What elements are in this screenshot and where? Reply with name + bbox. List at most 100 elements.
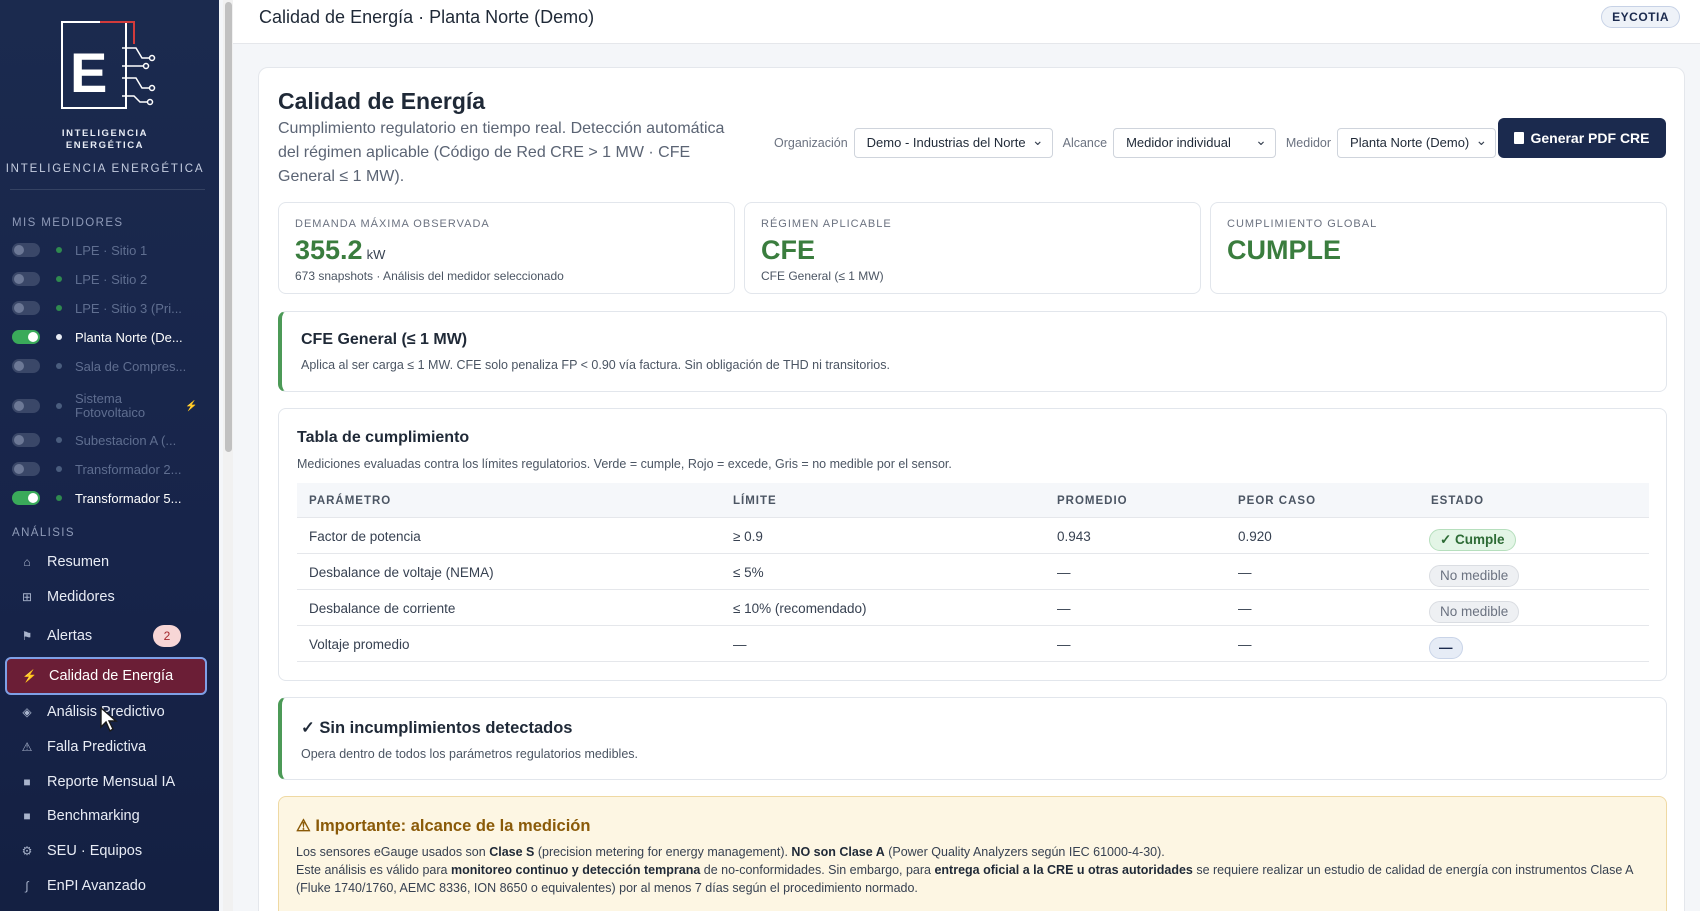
scrollbar-thumb[interactable] bbox=[225, 2, 232, 452]
kpi-number: 355.2 bbox=[295, 235, 363, 265]
square-icon: ■ bbox=[23, 775, 31, 789]
grid-icon: ⊞ bbox=[21, 590, 33, 604]
warning-icon: ⚠ bbox=[21, 740, 33, 754]
status-badge: No medible bbox=[1429, 601, 1520, 623]
meter-label: LPE · Sitio 3 (Pri... bbox=[75, 300, 182, 316]
nav-falla-predictiva[interactable]: ⚠ Falla Predictiva bbox=[5, 730, 207, 764]
column-header: PARÁMETRO bbox=[309, 495, 392, 507]
param-cell: Desbalance de voltaje (NEMA) bbox=[309, 565, 494, 580]
limit-cell: ≥ 0.9 bbox=[733, 529, 763, 544]
nav-reporte-mensual[interactable]: ■ Reporte Mensual IA bbox=[5, 765, 207, 799]
status-dot bbox=[56, 247, 62, 253]
bolt-icon: ⚡ bbox=[22, 669, 37, 683]
meter-item[interactable]: Sistema Fotovoltaico ⚡ bbox=[12, 391, 202, 421]
meter-item[interactable]: Subestacion A (... bbox=[12, 428, 202, 452]
warning-text: Los sensores eGauge usados son Clase S (… bbox=[296, 843, 1646, 897]
generate-pdf-label: Generar PDF CRE bbox=[1530, 130, 1650, 146]
table-description: Mediciones evaluadas contra los límites … bbox=[297, 457, 952, 471]
meter-item[interactable]: LPE · Sitio 2 bbox=[12, 267, 202, 291]
kpi-value: CFE bbox=[761, 235, 815, 265]
warning-line-1: Los sensores eGauge usados son Clase S (… bbox=[296, 843, 1646, 861]
integral-icon: ∫ bbox=[25, 879, 29, 893]
meter-toggle[interactable] bbox=[12, 359, 40, 373]
meter-item[interactable]: Transformador 5... bbox=[12, 486, 202, 510]
nav-seu-equipos[interactable]: ⚙ SEU · Equipos bbox=[5, 834, 207, 868]
meter-toggle[interactable] bbox=[12, 399, 40, 413]
nav-medidores[interactable]: ⊞ Medidores bbox=[5, 580, 207, 614]
meter-item[interactable]: LPE · Sitio 3 (Pri... bbox=[12, 296, 202, 320]
kpi-value: 355.2 kW bbox=[295, 235, 385, 266]
meter-select[interactable]: Planta Norte (Demo) bbox=[1337, 126, 1497, 158]
meter-label: Transformador 5... bbox=[75, 490, 182, 506]
text-run: Este análisis es válido para bbox=[296, 863, 451, 877]
meter-toggle[interactable] bbox=[12, 301, 40, 315]
limit-cell: ≤ 10% (recomendado) bbox=[733, 601, 867, 616]
filters-bar: Organización Demo - Industrias del Norte… bbox=[774, 126, 1497, 158]
meter-toggle[interactable] bbox=[12, 330, 40, 344]
organization-select[interactable]: Demo - Industrias del Norte bbox=[853, 126, 1053, 158]
meters-section-title: MIS MEDIDORES bbox=[12, 217, 124, 229]
text-run: (precision metering for energy managemen… bbox=[534, 845, 792, 859]
scope-label: Alcance bbox=[1062, 136, 1108, 150]
nav-enpi-avanzado[interactable]: ∫ EnPI Avanzado bbox=[5, 869, 207, 903]
diamond-icon: ◈ bbox=[22, 705, 32, 719]
status-badge: ✓ Cumple bbox=[1429, 529, 1516, 551]
warning-title: ⚠ Importante: alcance de la medición bbox=[296, 817, 591, 835]
sidebar-divider bbox=[10, 189, 205, 190]
meter-item[interactable]: Planta Norte (De... bbox=[12, 325, 202, 349]
nav-label: Reporte Mensual IA bbox=[47, 774, 176, 790]
nav-alertas[interactable]: ⚑ Alertas 2 bbox=[5, 619, 207, 653]
nav-calidad-energia[interactable]: ⚡ Calidad de Energía bbox=[5, 657, 207, 695]
organization-label: Organización bbox=[774, 136, 848, 150]
text-run: de no-conformidades. Sin embargo, para bbox=[700, 863, 935, 877]
text-run: (Power Quality Analyzers según IEC 61000… bbox=[884, 845, 1165, 859]
kpi-unit: kW bbox=[366, 247, 386, 262]
meter-label: Planta Norte (De... bbox=[75, 329, 183, 345]
measurement-scope-warning: ⚠ Importante: alcance de la medición Los… bbox=[278, 796, 1667, 911]
brand-name: INTELIGENCIA ENERGÉTICA bbox=[0, 128, 210, 152]
meter-label: Subestacion A (... bbox=[75, 432, 177, 448]
kpi-subtext: CFE General (≤ 1 MW) bbox=[761, 269, 884, 283]
flag-icon: ⚑ bbox=[21, 629, 33, 643]
meter-toggle[interactable] bbox=[12, 491, 40, 505]
kpi-card-regime: RÉGIMEN APLICABLE CFE CFE General (≤ 1 M… bbox=[744, 202, 1201, 294]
org-badge: EYCOTIA bbox=[1601, 6, 1680, 28]
meter-item[interactable]: Sala de Compres... bbox=[12, 354, 202, 378]
table-row: Factor de potencia ≥ 0.9 0.943 0.920 ✓ C… bbox=[297, 518, 1649, 554]
nav-label: Benchmarking bbox=[47, 808, 140, 824]
meter-toggle[interactable] bbox=[12, 462, 40, 476]
text-bold: entrega oficial a la CRE u otras autorid… bbox=[934, 863, 1193, 877]
nav-label: SEU · Equipos bbox=[47, 843, 143, 859]
generate-pdf-button[interactable]: Generar PDF CRE bbox=[1498, 118, 1666, 158]
text-bold: Clase S bbox=[489, 845, 535, 859]
limit-cell: ≤ 5% bbox=[733, 565, 764, 580]
meter-label: LPE · Sitio 2 bbox=[75, 271, 148, 287]
nav-benchmarking[interactable]: ■ Benchmarking bbox=[5, 799, 207, 833]
worst-case-cell: — bbox=[1238, 637, 1252, 652]
limit-cell: — bbox=[733, 637, 747, 652]
scope-select[interactable]: Medidor individual bbox=[1113, 126, 1276, 158]
meter-toggle[interactable] bbox=[12, 433, 40, 447]
table-header: PARÁMETRO LÍMITE PROMEDIO PEOR CASO ESTA… bbox=[297, 483, 1649, 518]
kpi-label: RÉGIMEN APLICABLE bbox=[761, 218, 892, 230]
meter-toggle[interactable] bbox=[12, 243, 40, 257]
kpi-card-compliance: CUMPLIMIENTO GLOBAL CUMPLE bbox=[1210, 202, 1667, 294]
average-cell: — bbox=[1057, 601, 1071, 616]
status-badge: No medible bbox=[1429, 565, 1520, 587]
meter-item[interactable]: Transformador 2... bbox=[12, 457, 202, 481]
alerts-count-badge: 2 bbox=[153, 625, 181, 647]
worst-case-cell: — bbox=[1238, 601, 1252, 616]
regime-description: Aplica al ser carga ≤ 1 MW. CFE solo pen… bbox=[301, 358, 890, 372]
param-cell: Desbalance de corriente bbox=[309, 601, 456, 616]
meter-item[interactable]: LPE · Sitio 1 bbox=[12, 238, 202, 262]
meter-toggle[interactable] bbox=[12, 272, 40, 286]
brand-line-1: INTELIGENCIA bbox=[61, 128, 149, 139]
table-row: Desbalance de voltaje (NEMA) ≤ 5% — — No… bbox=[297, 554, 1649, 590]
status-dot bbox=[56, 276, 62, 282]
nav-resumen[interactable]: ⌂ Resumen bbox=[5, 545, 207, 579]
home-icon: ⌂ bbox=[23, 555, 31, 569]
page-breadcrumb-title: Calidad de Energía · Planta Norte (Demo) bbox=[259, 7, 595, 27]
top-bar: Calidad de Energía · Planta Norte (Demo)… bbox=[233, 0, 1700, 44]
sidebar-scrollbar[interactable] bbox=[223, 0, 233, 911]
kpi-label: DEMANDA MÁXIMA OBSERVADA bbox=[295, 218, 490, 230]
